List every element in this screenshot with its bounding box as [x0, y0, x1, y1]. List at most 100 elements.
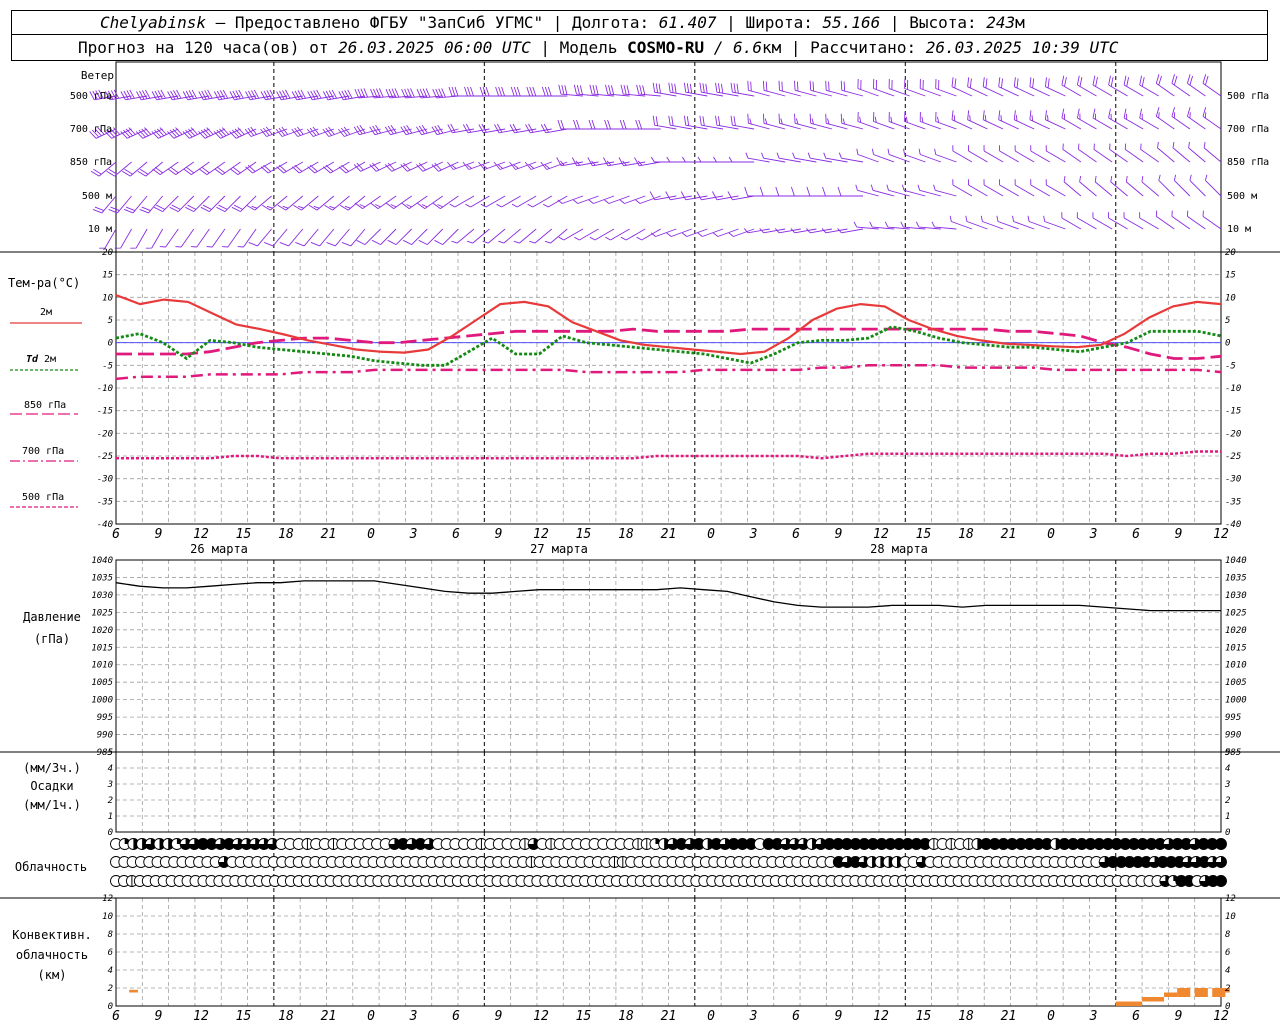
wind-barb — [697, 228, 724, 237]
wind-barb — [588, 195, 615, 204]
wind-barb — [1139, 108, 1159, 130]
wind-level-left: 700 гПа — [70, 124, 112, 135]
precip-unit-1h: (мм/1ч.) — [23, 798, 81, 812]
wind-barb — [884, 221, 910, 230]
wind-barb — [384, 161, 412, 172]
wind-barb — [1140, 143, 1159, 163]
x-tick-conv: 6 — [452, 1009, 460, 1024]
wind-barb — [776, 152, 801, 163]
prec-tick-right: 2 — [1225, 796, 1230, 806]
wind-barb — [790, 186, 817, 197]
pres-tick-left: 1000 — [91, 696, 113, 706]
x-tick-temp: 18 — [618, 527, 634, 542]
pres-tick-right: 1015 — [1225, 643, 1247, 653]
x-tick-conv: 0 — [707, 1009, 715, 1024]
wind-title: Ветер — [81, 69, 114, 82]
x-tick-conv: 3 — [749, 1009, 758, 1024]
conv-tick-right: 6 — [1225, 948, 1230, 958]
conv-tick-left: 6 — [108, 948, 113, 958]
wind-barb — [130, 228, 148, 249]
x-tick-temp: 9 — [835, 527, 843, 542]
wind-barb — [1094, 176, 1113, 197]
wind-barb — [1079, 176, 1097, 197]
wind-panel-frame — [115, 61, 1222, 253]
precip-title: Осадки — [30, 779, 73, 793]
conv-bar — [1177, 988, 1191, 997]
wind-barb — [951, 77, 973, 97]
pres-tick-left: 990 — [97, 731, 113, 741]
wind-barb — [855, 184, 879, 197]
x-tick-conv: 12 — [533, 1009, 549, 1024]
prec-tick-left: 2 — [108, 796, 113, 806]
legend-t500-label: 500 гПа — [22, 492, 64, 503]
wind-barb — [837, 186, 863, 197]
conv-tick-left: 8 — [108, 930, 113, 940]
x-tick-temp: 0 — [707, 527, 715, 542]
day-label: 28 марта — [870, 542, 928, 556]
prec-tick-right: 3 — [1224, 780, 1230, 790]
wind-barb — [886, 184, 910, 197]
pres-tick-right: 1040 — [1225, 556, 1247, 566]
wind-barb — [999, 145, 1019, 163]
wind-barb — [356, 228, 381, 246]
wind-barb — [761, 152, 786, 163]
x-tick-conv: 6 — [792, 1009, 800, 1024]
wind-barb — [1171, 74, 1191, 97]
x-tick-temp: 21 — [1001, 527, 1017, 542]
pres-tick-left: 1010 — [91, 661, 113, 671]
wind-barb — [931, 221, 957, 230]
cloud-title: Облачность — [15, 860, 87, 874]
wind-barb — [1186, 210, 1206, 230]
wind-barb — [853, 221, 879, 230]
x-tick-temp: 12 — [193, 527, 209, 542]
x-tick-temp: 0 — [367, 527, 375, 542]
wind-barb — [135, 127, 163, 139]
wind-barb — [1141, 176, 1159, 197]
wind-barb — [998, 110, 1019, 130]
legend-t2m-label: 2м — [40, 307, 52, 318]
x-tick-temp: 18 — [958, 527, 974, 542]
wind-barb — [198, 127, 226, 139]
wind-barb — [416, 195, 444, 209]
wind-barb — [620, 228, 646, 241]
x-tick-temp: 6 — [792, 527, 800, 542]
x-tick-conv: 0 — [1047, 1009, 1055, 1024]
wind-barb — [604, 195, 630, 204]
wind-barb — [513, 228, 537, 244]
conv-title-2: облачность — [16, 948, 88, 962]
wind-barb — [558, 228, 584, 241]
wind-barb — [1202, 74, 1222, 97]
wind-barb — [1110, 176, 1128, 197]
pres-tick-left: 1035 — [91, 573, 113, 583]
x-tick-conv: 9 — [835, 1009, 843, 1024]
wind-barb — [277, 195, 304, 211]
wind-barb — [1044, 77, 1066, 97]
wind-level-left: 500 м — [82, 191, 112, 202]
wind-barb — [293, 195, 319, 211]
wind-level-right: 500 гПа — [1227, 91, 1269, 102]
x-tick-temp: 15 — [916, 527, 932, 542]
x-tick-conv: 6 — [112, 1009, 120, 1024]
wind-barb — [967, 110, 988, 130]
wind-barb — [354, 195, 381, 209]
wind-barb — [206, 228, 226, 248]
wind-barb — [951, 110, 973, 130]
x-tick-conv: 9 — [495, 1009, 503, 1024]
wind-barb — [185, 195, 210, 213]
wind-level-right: 850 гПа — [1227, 157, 1269, 168]
wind-barb — [1157, 142, 1175, 163]
wind-barb — [744, 186, 770, 197]
wind-barb — [1109, 143, 1128, 163]
wind-barb — [983, 179, 1004, 197]
wind-barb — [276, 161, 304, 174]
wind-barb — [998, 77, 1019, 97]
temp-tick-right: 0 — [1225, 339, 1230, 349]
wind-barb — [666, 228, 692, 237]
x-tick-conv: 15 — [236, 1009, 252, 1024]
wind-barb — [145, 228, 164, 249]
pres-tick-left: 995 — [97, 713, 113, 723]
x-tick-temp: 12 — [533, 527, 549, 542]
x-tick-conv: 18 — [958, 1009, 974, 1024]
wind-barb — [139, 195, 164, 214]
legend-td-symbol: Td — [26, 354, 39, 365]
